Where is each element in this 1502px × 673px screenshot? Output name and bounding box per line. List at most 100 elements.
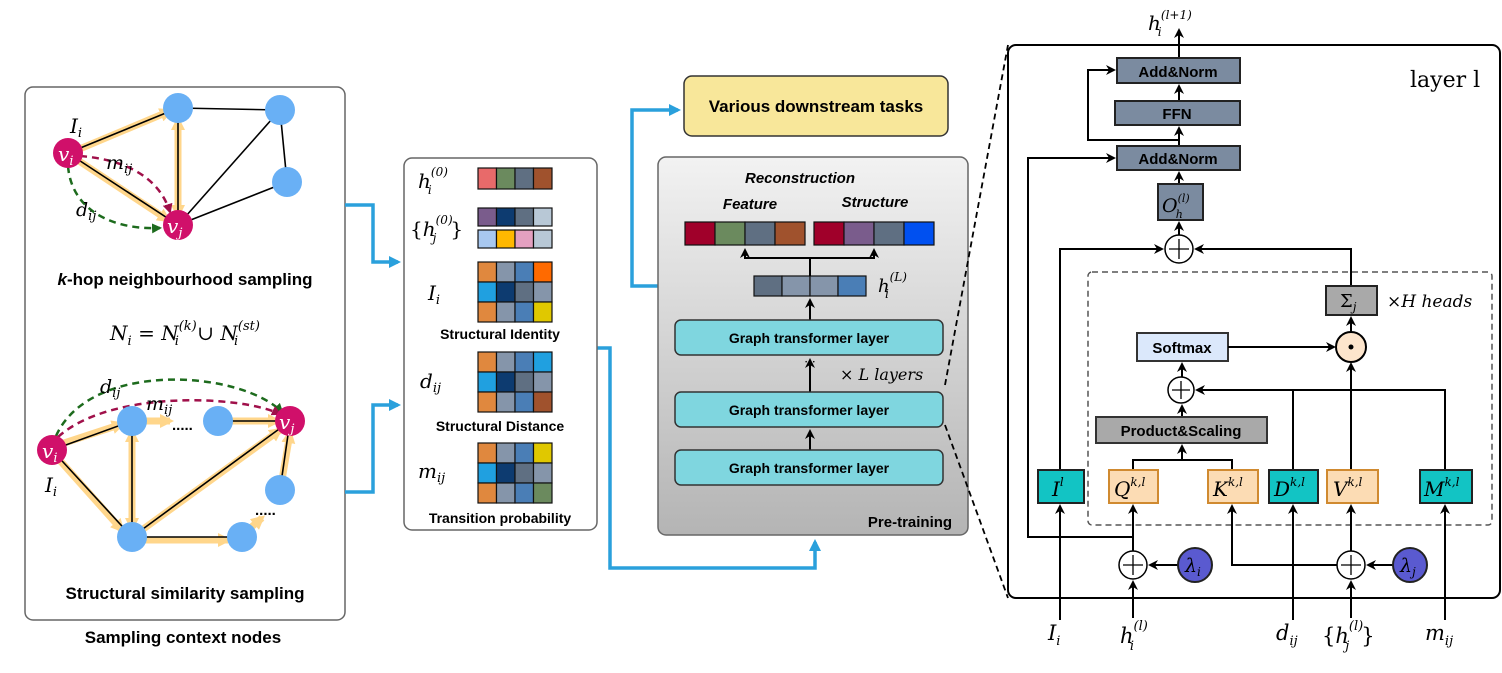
svg-text:Graph transformer layer: Graph transformer layer (729, 402, 890, 418)
sampling-caption: Sampling context nodes (85, 628, 281, 647)
feature-title: Feature (723, 196, 777, 213)
add-norm-top: Add&Norm (1116, 57, 1241, 84)
embedding-cell (514, 482, 535, 504)
embedding-cell (532, 442, 553, 464)
embedding-cell (477, 371, 498, 393)
input-hj: {h(l) j} (1322, 619, 1375, 654)
embedding-cell (532, 207, 553, 227)
svg-text:Graph transformer layer: Graph transformer layer (729, 460, 890, 476)
pretraining-panel: Reconstruction Feature Structure h(L) i G… (657, 156, 969, 536)
reconstruction-title: Reconstruction (745, 170, 855, 187)
add-circle (1164, 234, 1194, 264)
svg-text:Softmax: Softmax (1152, 340, 1212, 357)
downstream-box: Various downstream tasks (683, 75, 949, 137)
embedding-cell (532, 482, 553, 504)
embedding-cell (477, 482, 498, 504)
transition-probability-matrix (477, 442, 553, 504)
feature-reconstruction (684, 221, 806, 246)
softmax-box: Softmax (1136, 332, 1229, 362)
feature-panel: h(0) i {h(0) j} Ii Structural Identity dij… (403, 157, 598, 531)
flow-arrow (345, 399, 401, 494)
embedding-cell (495, 167, 516, 190)
embedding-cell (753, 275, 783, 297)
embedding-cell (532, 462, 553, 484)
flow-arrow (345, 203, 401, 268)
embedding-cell (903, 221, 935, 246)
embedding-cell (774, 221, 806, 246)
transition-box: Mk,l (1419, 469, 1473, 504)
embedding-cell (837, 275, 867, 297)
khop-title: k-hop neighbourhood sampling (58, 270, 313, 289)
value-box: Vk,l (1326, 469, 1379, 504)
product-scaling-box: Product&Scaling (1095, 416, 1268, 444)
embedding-cell (532, 167, 553, 190)
embedding-cell (532, 371, 553, 393)
add-circle (1118, 550, 1148, 580)
input-hi: h(l) i (1120, 619, 1148, 654)
structure-title: Structure (842, 194, 909, 211)
embedding-cell (532, 281, 553, 303)
embedding-cell (781, 275, 811, 297)
embedding-cell (495, 229, 516, 249)
layer-detail-panel: layer l h(l+1) i Add&Norm FFN Add&Norm O(… (1007, 8, 1501, 620)
embedding-cell (514, 462, 535, 484)
model-architecture-diagram: vi vj Ii mij dij k-hop neighbourhood sam… (24, 8, 1501, 654)
embedding-cell (873, 221, 905, 246)
structural-identity-box: Il (1037, 469, 1085, 504)
ffn-box: FFN (1114, 100, 1241, 126)
embedding-cell (514, 391, 535, 413)
embedding-cell (514, 301, 535, 323)
input-Ii: Ii (1047, 621, 1060, 649)
embedding-cell (495, 462, 516, 484)
embedding-cell (477, 351, 498, 373)
embedding-cell (495, 482, 516, 504)
svg-text:Graph transformer layer: Graph transformer layer (729, 330, 890, 346)
embedding-cell (532, 261, 553, 283)
embedding-cell (514, 261, 535, 283)
embedding-cell (532, 351, 553, 373)
embedding-cell (714, 221, 746, 246)
embedding-cell (477, 391, 498, 413)
graph-node (265, 95, 295, 125)
embedding-cell (514, 167, 535, 190)
embedding-cell (843, 221, 875, 246)
embedding-cell (477, 167, 498, 190)
input-dij: dij (1276, 621, 1298, 649)
svg-text:FFN: FFN (1162, 106, 1191, 123)
embedding-cell (514, 371, 535, 393)
hi0-embedding (477, 167, 553, 190)
embedding-cell (744, 221, 776, 246)
embedding-cell (532, 301, 553, 323)
hL-embedding (753, 275, 867, 297)
embedding-cell (495, 207, 516, 227)
graph-transformer-layer: Graph transformer layer (674, 449, 944, 486)
structural-distance-matrix (477, 351, 553, 413)
graph-node (227, 522, 257, 552)
embedding-cell (477, 442, 498, 464)
graph-node (117, 522, 147, 552)
add-circle (1167, 376, 1195, 404)
transition-probability-title: Transition probability (429, 510, 572, 526)
embedding-cell (495, 351, 516, 373)
graph-node (163, 93, 193, 123)
lambda-j-circle: λj (1392, 547, 1428, 583)
graph-node (117, 406, 147, 436)
graph-node (203, 406, 233, 436)
embedding-cell (495, 301, 516, 323)
embedding-cell (477, 207, 498, 227)
embedding-cell (495, 442, 516, 464)
structure-reconstruction (813, 221, 935, 246)
structural-distance-title: Structural Distance (436, 418, 565, 434)
embedding-cell (514, 281, 535, 303)
svg-text:Product&Scaling: Product&Scaling (1121, 423, 1242, 440)
ellipsis: ..... (172, 417, 193, 434)
embedding-cell (477, 301, 498, 323)
graph-node (272, 167, 302, 197)
key-box: Kk,l (1207, 469, 1259, 504)
embedding-cell (477, 229, 498, 249)
embedding-cell (514, 229, 535, 249)
ellipsis: ..... (255, 502, 276, 519)
add-norm-bottom: Add&Norm (1116, 145, 1241, 171)
embedding-cell (809, 275, 839, 297)
embedding-cell (477, 462, 498, 484)
